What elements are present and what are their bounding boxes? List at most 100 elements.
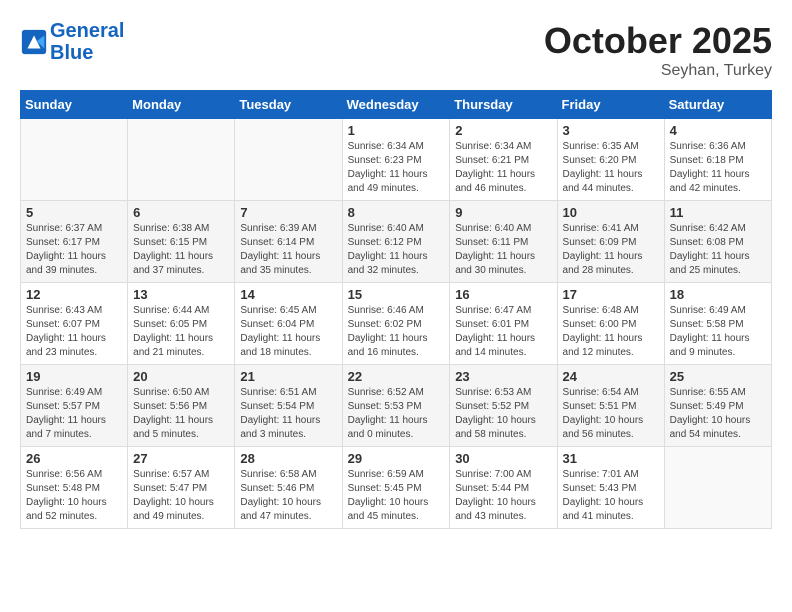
day-number: 15 (348, 287, 445, 302)
day-info: Sunrise: 6:59 AM Sunset: 5:45 PM Dayligh… (348, 468, 445, 524)
day-number: 10 (563, 205, 659, 220)
weekday-header-saturday: Saturday (664, 91, 771, 119)
calendar-day-16: 16 Sunrise: 6:47 AM Sunset: 6:01 PM Dayli… (450, 283, 557, 365)
calendar-week-row: 12 Sunrise: 6:43 AM Sunset: 6:07 PM Dayli… (21, 283, 772, 365)
logo: General Blue (20, 20, 124, 64)
day-number: 27 (133, 451, 229, 466)
calendar-day-27: 27 Sunrise: 6:57 AM Sunset: 5:47 PM Dayli… (128, 447, 235, 529)
day-info: Sunrise: 6:49 AM Sunset: 5:57 PM Dayligh… (26, 386, 122, 442)
day-number: 6 (133, 205, 229, 220)
day-info: Sunrise: 6:46 AM Sunset: 6:02 PM Dayligh… (348, 304, 445, 360)
day-info: Sunrise: 6:49 AM Sunset: 5:58 PM Dayligh… (670, 304, 766, 360)
weekday-header-wednesday: Wednesday (342, 91, 450, 119)
day-info: Sunrise: 6:43 AM Sunset: 6:07 PM Dayligh… (26, 304, 122, 360)
day-info: Sunrise: 6:51 AM Sunset: 5:54 PM Dayligh… (240, 386, 336, 442)
day-number: 4 (670, 123, 766, 138)
calendar-day-13: 13Sunrise: 6:44 AM Sunset: 6:05 PM Dayli… (128, 283, 235, 365)
calendar-day-28: 28Sunrise: 6:58 AM Sunset: 5:46 PM Dayli… (235, 447, 342, 529)
title-section: October 2025 Seyhan, Turkey (544, 20, 772, 80)
day-info: Sunrise: 6:34 AM Sunset: 6:21 PM Dayligh… (455, 140, 551, 196)
weekday-header-thursday: Thursday (450, 91, 557, 119)
calendar-day-20: 20 Sunrise: 6:50 AM Sunset: 5:56 PM Dayli… (128, 365, 235, 447)
day-info: Sunrise: 6:38 AM Sunset: 6:15 PM Dayligh… (133, 222, 229, 278)
day-number: 30 (455, 451, 551, 466)
day-number: 9 (455, 205, 551, 220)
day-number: 18 (670, 287, 766, 302)
calendar-day-22: 22 Sunrise: 6:52 AM Sunset: 5:53 PM Dayli… (342, 365, 450, 447)
calendar-week-row: 5Sunrise: 6:37 AM Sunset: 6:17 PM Daylig… (21, 201, 772, 283)
calendar-day-25: 25Sunrise: 6:55 AM Sunset: 5:49 PM Dayli… (664, 365, 771, 447)
day-info: Sunrise: 7:00 AM Sunset: 5:44 PM Dayligh… (455, 468, 551, 524)
logo-text: General Blue (50, 20, 124, 64)
day-number: 5 (26, 205, 122, 220)
calendar-day-18: 18 Sunrise: 6:49 AM Sunset: 5:58 PM Dayli… (664, 283, 771, 365)
logo-line1: General (50, 20, 124, 42)
weekday-header-sunday: Sunday (21, 91, 128, 119)
calendar-day-21: 21Sunrise: 6:51 AM Sunset: 5:54 PM Dayli… (235, 365, 342, 447)
day-info: Sunrise: 6:35 AM Sunset: 6:20 PM Dayligh… (563, 140, 659, 196)
weekday-header-monday: Monday (128, 91, 235, 119)
calendar-day-11: 11 Sunrise: 6:42 AM Sunset: 6:08 PM Dayli… (664, 201, 771, 283)
day-number: 17 (563, 287, 659, 302)
day-info: Sunrise: 6:54 AM Sunset: 5:51 PM Dayligh… (563, 386, 659, 442)
day-info: Sunrise: 6:47 AM Sunset: 6:01 PM Dayligh… (455, 304, 551, 360)
day-number: 26 (26, 451, 122, 466)
day-info: Sunrise: 6:52 AM Sunset: 5:53 PM Dayligh… (348, 386, 445, 442)
calendar-week-row: 26 Sunrise: 6:56 AM Sunset: 5:48 PM Dayli… (21, 447, 772, 529)
calendar-day-17: 17 Sunrise: 6:48 AM Sunset: 6:00 PM Dayli… (557, 283, 664, 365)
day-info: Sunrise: 6:57 AM Sunset: 5:47 PM Dayligh… (133, 468, 229, 524)
calendar-day-14: 14 Sunrise: 6:45 AM Sunset: 6:04 PM Dayli… (235, 283, 342, 365)
calendar-day-10: 10 Sunrise: 6:41 AM Sunset: 6:09 PM Dayli… (557, 201, 664, 283)
calendar-day-4: 4Sunrise: 6:36 AM Sunset: 6:18 PM Daylig… (664, 119, 771, 201)
calendar-day-30: 30 Sunrise: 7:00 AM Sunset: 5:44 PM Dayli… (450, 447, 557, 529)
calendar-day-5: 5Sunrise: 6:37 AM Sunset: 6:17 PM Daylig… (21, 201, 128, 283)
day-info: Sunrise: 6:42 AM Sunset: 6:08 PM Dayligh… (670, 222, 766, 278)
logo-line2: Blue (50, 42, 124, 64)
day-number: 24 (563, 369, 659, 384)
day-number: 22 (348, 369, 445, 384)
day-info: Sunrise: 6:39 AM Sunset: 6:14 PM Dayligh… (240, 222, 336, 278)
calendar-day-8: 8 Sunrise: 6:40 AM Sunset: 6:12 PM Daylig… (342, 201, 450, 283)
calendar-week-row: 19Sunrise: 6:49 AM Sunset: 5:57 PM Dayli… (21, 365, 772, 447)
calendar-day-7: 7 Sunrise: 6:39 AM Sunset: 6:14 PM Daylig… (235, 201, 342, 283)
day-number: 20 (133, 369, 229, 384)
calendar-day-15: 15 Sunrise: 6:46 AM Sunset: 6:02 PM Dayli… (342, 283, 450, 365)
day-number: 8 (348, 205, 445, 220)
weekday-header-friday: Friday (557, 91, 664, 119)
weekday-header-row: SundayMondayTuesdayWednesdayThursdayFrid… (21, 91, 772, 119)
day-info: Sunrise: 6:45 AM Sunset: 6:04 PM Dayligh… (240, 304, 336, 360)
calendar-day-3: 3 Sunrise: 6:35 AM Sunset: 6:20 PM Daylig… (557, 119, 664, 201)
calendar-empty-cell (664, 447, 771, 529)
day-number: 1 (348, 123, 445, 138)
day-info: Sunrise: 6:56 AM Sunset: 5:48 PM Dayligh… (26, 468, 122, 524)
page-header: General Blue October 2025 Seyhan, Turkey (20, 20, 772, 80)
calendar-day-2: 2 Sunrise: 6:34 AM Sunset: 6:21 PM Daylig… (450, 119, 557, 201)
day-number: 14 (240, 287, 336, 302)
day-number: 31 (563, 451, 659, 466)
day-number: 7 (240, 205, 336, 220)
day-info: Sunrise: 6:44 AM Sunset: 6:05 PM Dayligh… (133, 304, 229, 360)
day-info: Sunrise: 6:48 AM Sunset: 6:00 PM Dayligh… (563, 304, 659, 360)
day-number: 2 (455, 123, 551, 138)
day-number: 3 (563, 123, 659, 138)
day-info: Sunrise: 6:50 AM Sunset: 5:56 PM Dayligh… (133, 386, 229, 442)
calendar-empty-cell (235, 119, 342, 201)
calendar-day-26: 26 Sunrise: 6:56 AM Sunset: 5:48 PM Dayli… (21, 447, 128, 529)
calendar-week-row: 1Sunrise: 6:34 AM Sunset: 6:23 PM Daylig… (21, 119, 772, 201)
calendar-day-31: 31 Sunrise: 7:01 AM Sunset: 5:43 PM Dayli… (557, 447, 664, 529)
calendar-day-23: 23Sunrise: 6:53 AM Sunset: 5:52 PM Dayli… (450, 365, 557, 447)
calendar-day-12: 12 Sunrise: 6:43 AM Sunset: 6:07 PM Dayli… (21, 283, 128, 365)
day-number: 16 (455, 287, 551, 302)
day-number: 11 (670, 205, 766, 220)
day-info: Sunrise: 6:41 AM Sunset: 6:09 PM Dayligh… (563, 222, 659, 278)
day-number: 25 (670, 369, 766, 384)
day-info: Sunrise: 6:58 AM Sunset: 5:46 PM Dayligh… (240, 468, 336, 524)
day-number: 12 (26, 287, 122, 302)
calendar-day-1: 1Sunrise: 6:34 AM Sunset: 6:23 PM Daylig… (342, 119, 450, 201)
day-info: Sunrise: 7:01 AM Sunset: 5:43 PM Dayligh… (563, 468, 659, 524)
calendar-empty-cell (128, 119, 235, 201)
day-number: 23 (455, 369, 551, 384)
day-info: Sunrise: 6:40 AM Sunset: 6:12 PM Dayligh… (348, 222, 445, 278)
calendar-day-19: 19Sunrise: 6:49 AM Sunset: 5:57 PM Dayli… (21, 365, 128, 447)
location: Seyhan, Turkey (544, 62, 772, 80)
